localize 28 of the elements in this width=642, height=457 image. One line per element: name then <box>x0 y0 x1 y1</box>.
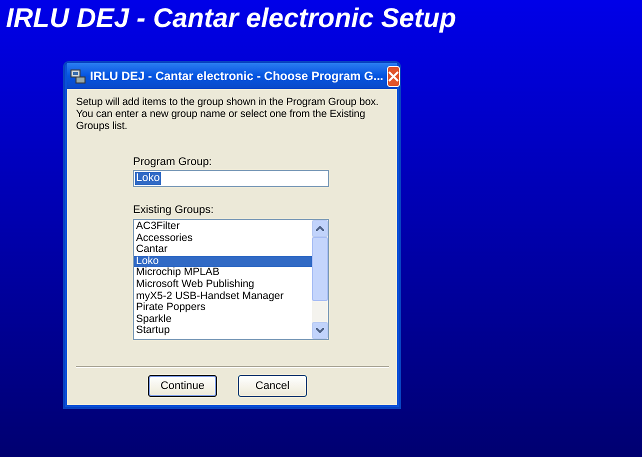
list-item[interactable]: Loko <box>134 256 312 268</box>
list-item[interactable]: Startup <box>134 325 312 337</box>
scroll-down-button[interactable] <box>312 322 328 339</box>
field-value: Loko <box>135 172 161 185</box>
computer-icon <box>70 68 86 84</box>
description-text: Setup will add items to the group shown in the Program Group box. You can enter a new group name or select one from the Existing Groups list. <box>76 97 380 133</box>
scroll-up-button[interactable] <box>312 220 328 237</box>
list-item[interactable]: AC3Filter <box>134 221 312 233</box>
scroll-thumb[interactable] <box>312 237 328 301</box>
close-button[interactable] <box>387 66 400 86</box>
caret-down-icon <box>316 328 324 333</box>
list-item[interactable]: Pirate Poppers <box>134 302 312 314</box>
window-title: IRLU DEJ - Cantar electronic - Choose Program G... <box>90 69 384 83</box>
list-item[interactable]: Accessories <box>134 232 312 244</box>
list-box[interactable]: AC3Filter Accessories Cantar Loko Microchip MPLAB Microsoft Web Publishing myX5-2 USB-Handset Manager Pirate Poppers Sparkle Startup <box>133 219 329 340</box>
list-item[interactable]: myX5-2 USB-Handset Manager <box>134 290 312 302</box>
list-item[interactable]: Microchip MPLAB <box>134 267 312 279</box>
list-item[interactable]: Microsoft Web Publishing <box>134 278 312 291</box>
list-label: Existing Groups: <box>133 204 215 217</box>
input-field[interactable]: Loko <box>133 170 329 187</box>
scrollbar[interactable] <box>312 220 328 339</box>
setup-title: IRLU DEJ - Cantar electronic Setup <box>5 2 456 34</box>
list-item[interactable]: Sparkle <box>134 314 312 326</box>
field-label: Program Group: <box>133 156 213 169</box>
dialog-button[interactable]: Continue <box>148 375 217 397</box>
dialog-button[interactable]: Cancel <box>238 375 307 397</box>
list-item[interactable]: Cantar <box>134 244 312 256</box>
caret-up-icon <box>316 226 324 231</box>
